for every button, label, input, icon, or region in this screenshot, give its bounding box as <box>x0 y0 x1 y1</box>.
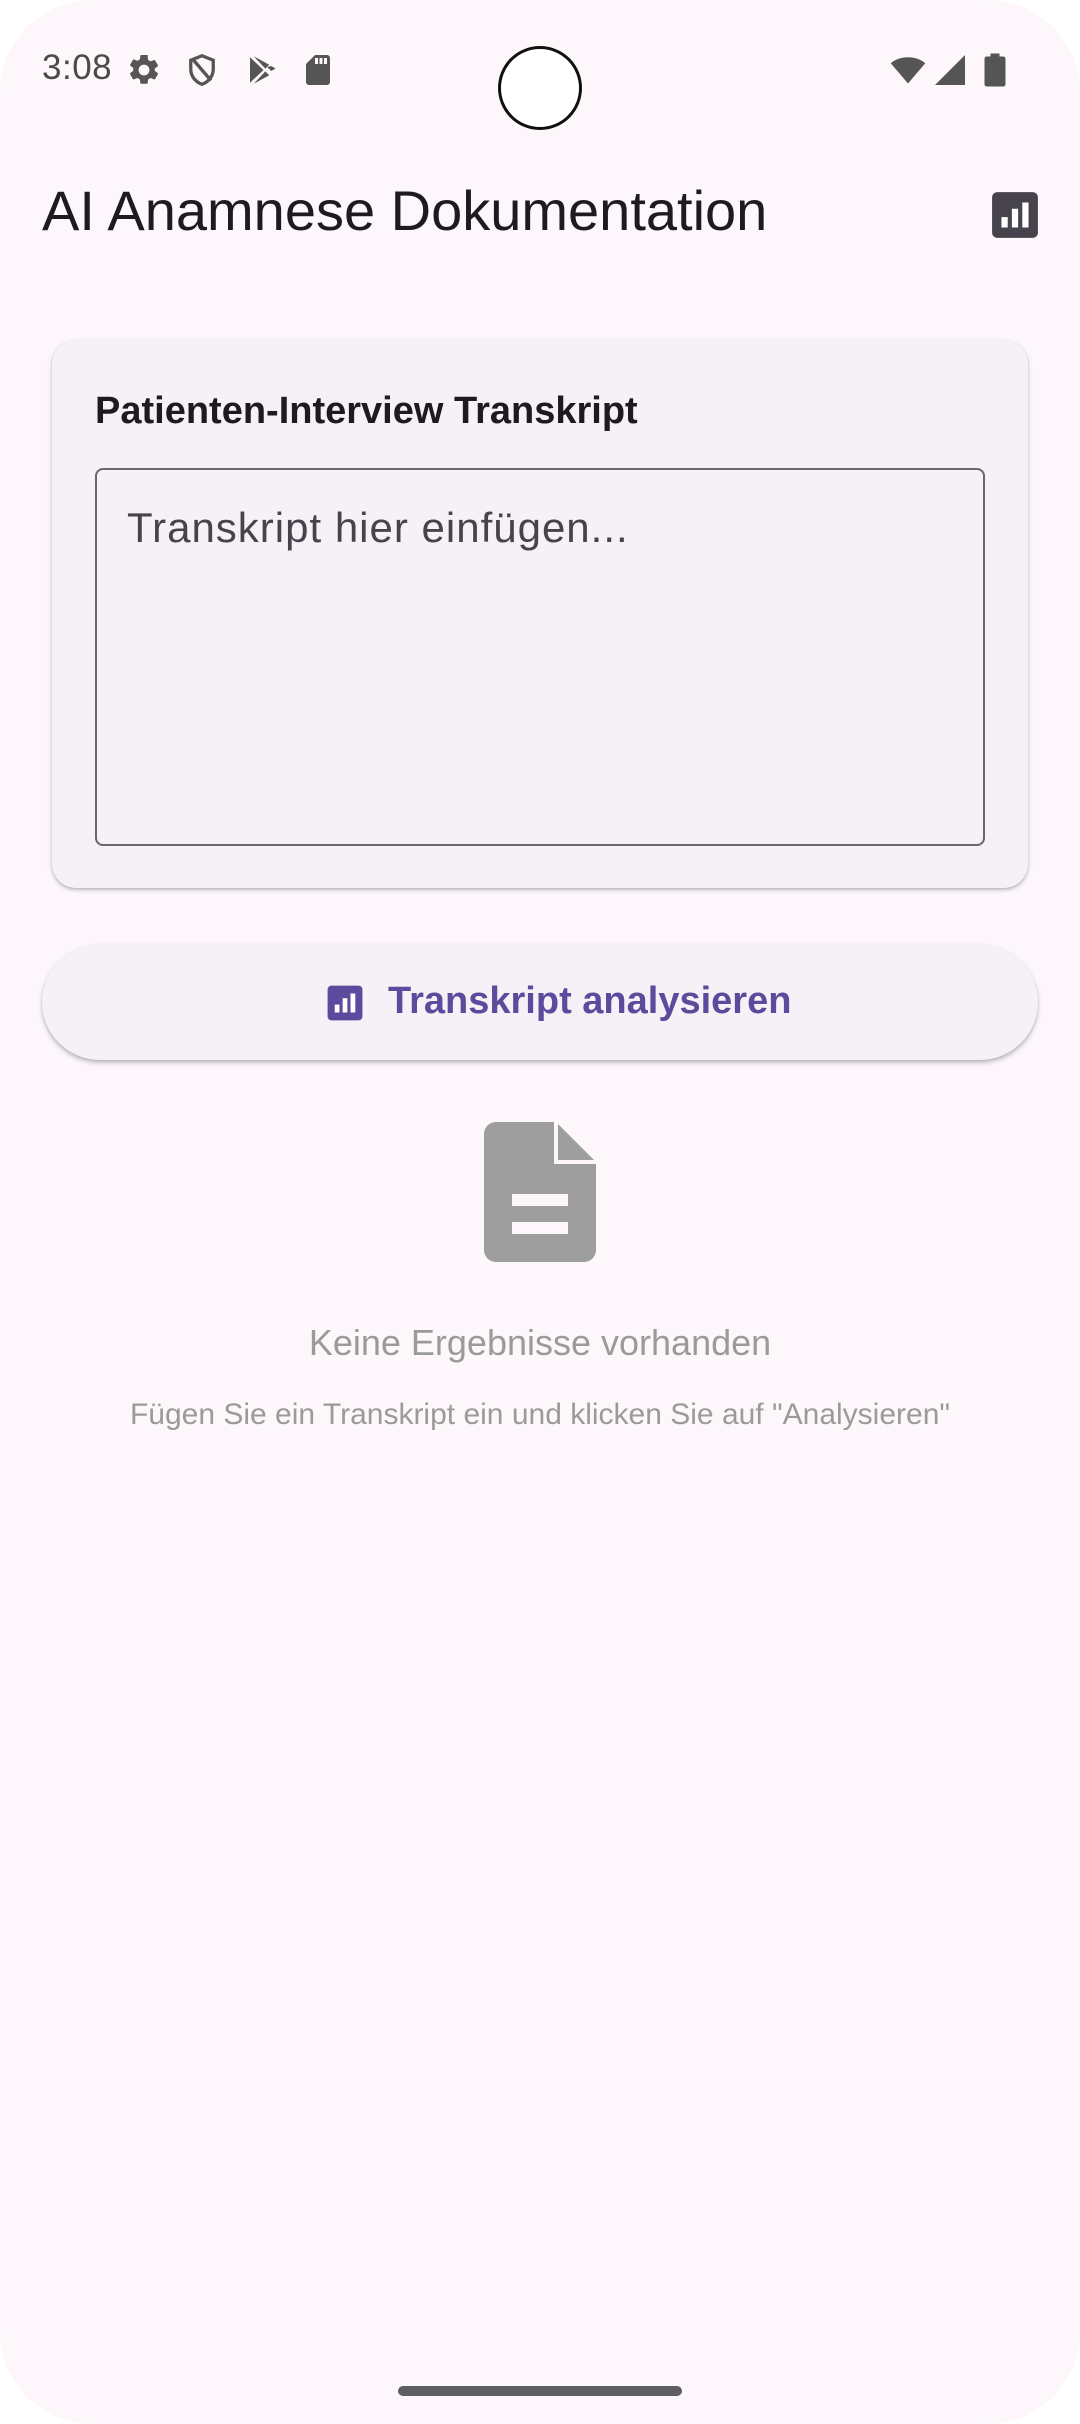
analyze-button-label: Transkript analysieren <box>388 980 792 1022</box>
wifi-icon <box>888 52 928 88</box>
signal-icon <box>932 52 968 88</box>
shield-icon <box>184 52 220 88</box>
document-icon <box>484 1122 596 1262</box>
empty-state-subtitle: Fügen Sie ein Transkript ein und klicken… <box>129 1398 951 1431</box>
status-time: 3:08 <box>42 48 113 87</box>
sd-card-icon <box>300 52 336 88</box>
front-camera <box>498 46 582 130</box>
phone-screen: 3:08 AI Anamnese Dokumentation Patienten… <box>0 0 1080 2424</box>
analytics-icon <box>326 984 364 1022</box>
app-title: AI Anamnese Dokumentation <box>42 179 768 242</box>
empty-state-title: Keine Ergebnisse vorhanden <box>308 1322 772 1363</box>
transcript-placeholder: Transkript hier einfügen... <box>127 504 629 551</box>
transcript-card: Patienten-Interview Transkript Transkrip… <box>52 340 1028 888</box>
transcript-input[interactable]: Transkript hier einfügen... <box>95 468 985 846</box>
analytics-icon[interactable] <box>990 190 1040 240</box>
home-indicator[interactable] <box>398 2386 682 2396</box>
analyze-transcript-button[interactable]: Transkript analysieren <box>42 944 1038 1060</box>
play-store-icon <box>244 52 280 88</box>
battery-icon <box>980 52 1010 88</box>
settings-icon <box>126 52 162 88</box>
card-title: Patienten-Interview Transkript <box>95 390 638 432</box>
status-bar: 3:08 <box>0 0 1080 140</box>
